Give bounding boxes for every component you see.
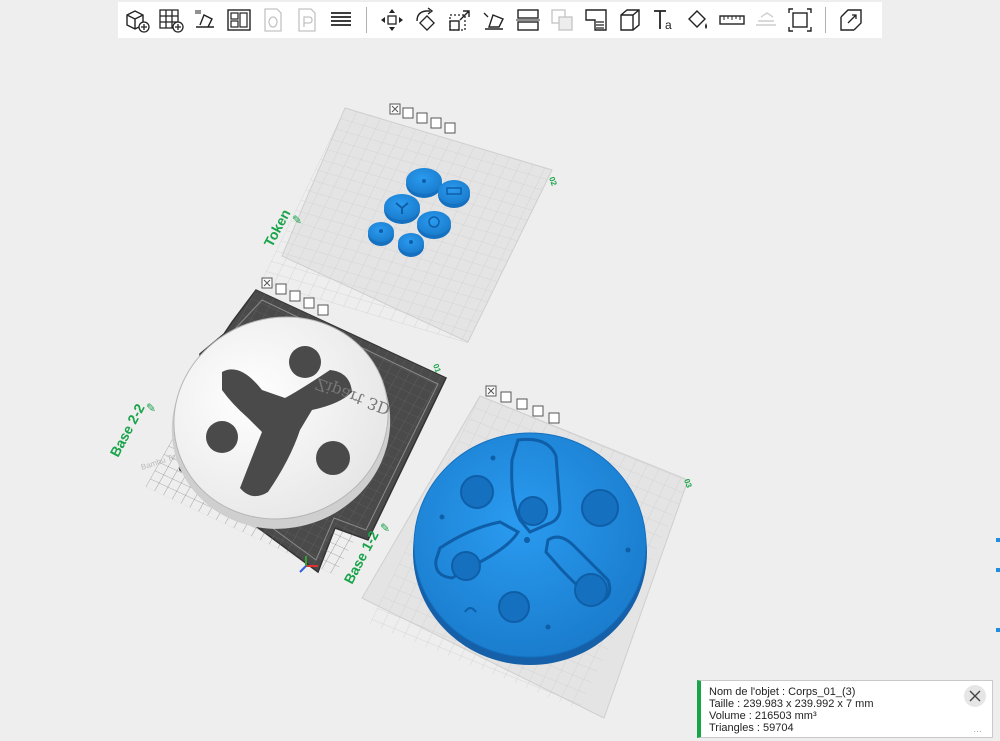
plate-base-2-2[interactable]: 01 Base 2-2 ✎ Bambu Textured Zipart 3D — [107, 277, 448, 575]
add-cube-icon — [126, 10, 150, 33]
fit-view-button[interactable] — [785, 5, 815, 35]
measure-icon — [719, 15, 745, 25]
rotate-icon — [416, 7, 435, 31]
object-info-panel: Nom de l'objet : Corps_01_(3) Taille : 2… — [697, 680, 993, 738]
close-info-button[interactable] — [964, 685, 986, 707]
assembly-icon — [756, 12, 776, 26]
close-icon — [969, 690, 981, 702]
toolbar-separator — [825, 7, 826, 33]
add-plate-button[interactable] — [156, 5, 186, 35]
auto-orient-button[interactable] — [190, 5, 220, 35]
plate-token-edit-icon[interactable]: ✎ — [292, 213, 302, 227]
fit-view-icon — [788, 8, 812, 32]
plate-p-button[interactable] — [292, 5, 322, 35]
seam-paint-button[interactable] — [615, 5, 645, 35]
color-paint-button[interactable] — [683, 5, 713, 35]
add-cube-button[interactable] — [122, 5, 152, 35]
layers-button[interactable] — [326, 5, 356, 35]
auto-orient-icon — [195, 10, 214, 28]
plate-p-icon — [298, 8, 316, 32]
right-edge-widget — [996, 538, 1000, 632]
main-toolbar: a — [118, 2, 882, 38]
object-volume-line: Volume : 216503 mm³ — [709, 710, 817, 722]
seam-paint-icon — [620, 9, 640, 31]
plate-base-1-2-edit-icon[interactable]: ✎ — [380, 521, 390, 535]
object-triangles-line: Triangles : 59704 — [709, 722, 794, 734]
plate-token-number: 02 — [547, 176, 559, 188]
plate-0-button[interactable] — [258, 5, 288, 35]
more-options[interactable]: … — [973, 723, 982, 735]
move-icon — [381, 9, 403, 31]
arrange-button[interactable] — [224, 5, 254, 35]
color-paint-icon — [688, 10, 707, 29]
cut-icon — [516, 9, 540, 31]
text-emboss-button[interactable]: a — [649, 5, 679, 35]
cut-button[interactable] — [513, 5, 543, 35]
add-plate-grid-icon — [159, 9, 184, 33]
support-paint-button[interactable] — [581, 5, 611, 35]
support-paint-icon — [585, 9, 607, 31]
object-size-line: Taille : 239.983 x 239.992 x 7 mm — [709, 698, 874, 710]
plate-base-2-2-edit-icon[interactable]: ✎ — [146, 401, 156, 415]
lay-on-face-icon — [483, 12, 504, 30]
scale-icon — [449, 10, 470, 31]
plate-base-2-2-label[interactable]: Base 2-2 — [107, 401, 148, 460]
scale-button[interactable] — [445, 5, 475, 35]
move-button[interactable] — [377, 5, 407, 35]
layers-icon — [331, 12, 351, 26]
split-parts-button[interactable] — [836, 5, 866, 35]
boolean-icon — [551, 9, 573, 31]
base-1-2-model[interactable] — [413, 432, 647, 665]
measure-button[interactable] — [717, 5, 747, 35]
arrange-icon — [227, 9, 251, 31]
split-parts-icon — [840, 9, 862, 31]
rotate-button[interactable] — [411, 5, 441, 35]
text-emboss-icon: a — [654, 10, 672, 32]
lay-on-face-button[interactable] — [479, 5, 509, 35]
svg-text:a: a — [665, 18, 672, 32]
object-name-line: Nom de l'objet : Corps_01_(3) — [709, 686, 856, 698]
plate-0-icon — [264, 8, 282, 32]
toolbar-separator — [366, 7, 367, 33]
boolean-button[interactable] — [547, 5, 577, 35]
assembly-button[interactable] — [751, 5, 781, 35]
3d-viewport[interactable]: 02 Token ✎ 01 Base 2-2 ✎ Bambu Textured … — [0, 0, 1000, 741]
